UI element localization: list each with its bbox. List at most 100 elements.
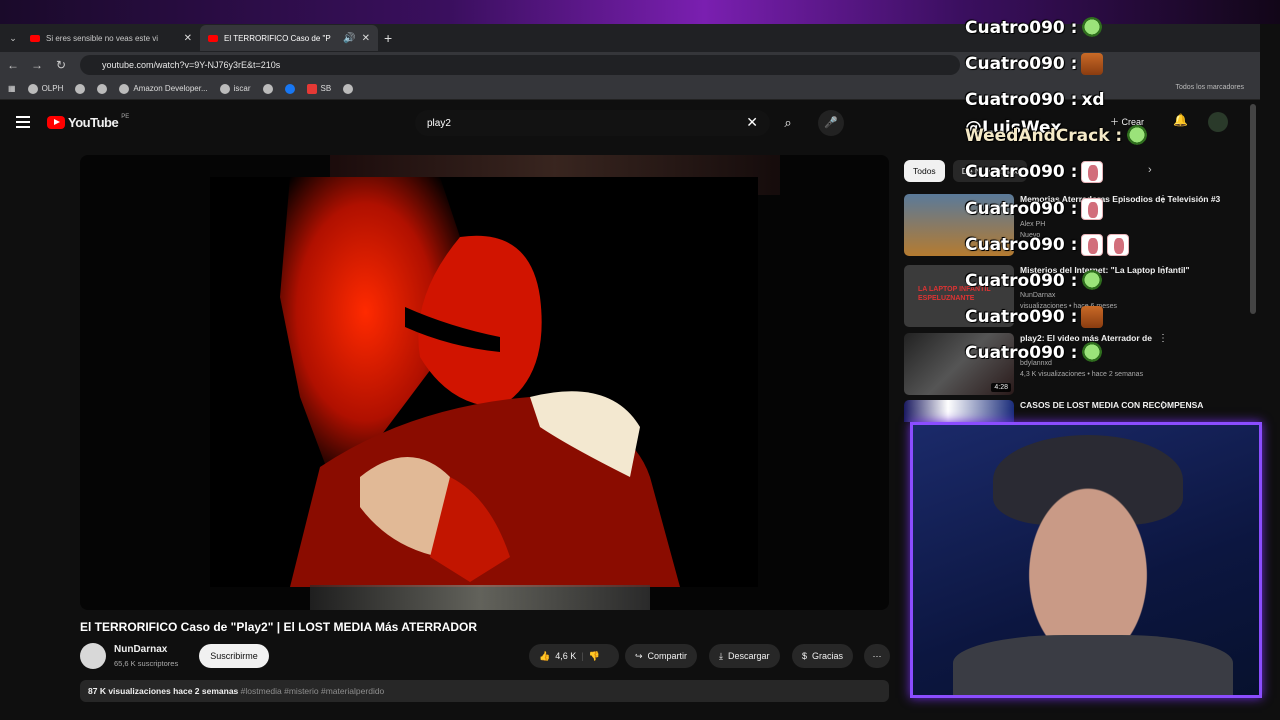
- pink-emote-icon: [1081, 161, 1104, 183]
- chip-all[interactable]: Todos: [904, 160, 945, 182]
- notifications-bell-icon[interactable]: 🔔: [1173, 113, 1188, 127]
- green-emote-icon: [1081, 17, 1104, 39]
- pink-emote-icon: [1081, 198, 1104, 220]
- chat-username: Cuatro090 :: [965, 162, 1078, 182]
- clear-search-icon[interactable]: ✕: [746, 114, 758, 131]
- chevron-right-icon[interactable]: ›: [1148, 164, 1152, 176]
- chat-message: Cuatro090 :: [965, 157, 1104, 187]
- tab-search-icon[interactable]: ⌄: [4, 33, 22, 44]
- orange-emote-icon: [1081, 53, 1104, 75]
- webcam-overlay: [910, 422, 1262, 698]
- new-tab-button[interactable]: +: [384, 30, 392, 46]
- bookmark[interactable]: OLPH: [27, 83, 64, 94]
- bookmark[interactable]: [75, 83, 86, 94]
- bookmark-label: OLPH: [41, 84, 64, 93]
- bookmark-label: SB: [320, 84, 332, 93]
- description-box[interactable]: 87 K visualizaciones hace 2 semanas #los…: [80, 680, 889, 702]
- green-emote-icon: [1081, 342, 1104, 364]
- more-vert-icon[interactable]: ⋮: [1158, 400, 1168, 411]
- bookmark-label: Amazon Developer...: [133, 84, 208, 93]
- thanks-icon: $: [802, 651, 808, 661]
- chat-message: Cuatro090 :: [965, 338, 1104, 368]
- bookmark[interactable]: [97, 83, 108, 94]
- audio-icon[interactable]: 🔊: [343, 33, 355, 44]
- tab-title: El TERRORIFICO Caso de "P: [224, 33, 331, 43]
- youtube-logo[interactable]: YouTube PE: [47, 113, 130, 130]
- chat-username: Cuatro090 :: [965, 54, 1078, 74]
- chat-username: WeedAndCrack :: [965, 126, 1123, 146]
- more-vert-icon[interactable]: ⋮: [1158, 265, 1168, 276]
- bookmark[interactable]: [262, 83, 273, 94]
- thumbs-up-icon[interactable]: 👍: [539, 651, 550, 662]
- globe-icon: [343, 83, 354, 94]
- chat-message: Cuatro090 :: [965, 13, 1104, 43]
- chat-message: Cuatro090 :: [965, 302, 1104, 332]
- subscribe-button[interactable]: Suscribirme: [199, 644, 269, 668]
- more-actions-button[interactable]: ⋯: [864, 644, 890, 668]
- chat-message: Cuatro090 :: [965, 266, 1104, 296]
- account-avatar[interactable]: [1208, 112, 1228, 132]
- video-ambient-glow: [310, 585, 650, 610]
- share-button[interactable]: ↪ Compartir: [625, 644, 698, 668]
- close-tab-icon[interactable]: ✕: [184, 33, 192, 44]
- forward-icon[interactable]: →: [30, 58, 44, 72]
- thanks-label: Gracias: [812, 651, 844, 661]
- chat-username: Cuatro090 :: [965, 90, 1078, 110]
- share-label: Compartir: [647, 651, 688, 661]
- globe-icon: [97, 83, 108, 94]
- bookmark[interactable]: [343, 83, 354, 94]
- download-label: Descargar: [727, 651, 770, 661]
- all-bookmarks-link[interactable]: Todos los marcadores: [1176, 84, 1244, 91]
- webcam-shirt: [953, 635, 1233, 695]
- like-dislike-group: 👍 4,6 K | 👎: [529, 644, 619, 668]
- video-player[interactable]: [80, 155, 889, 610]
- search-icon[interactable]: ⌕: [777, 110, 799, 136]
- search-input[interactable]: play2 ✕: [415, 110, 770, 136]
- subscriber-count: 65,6 K suscriptores: [114, 659, 179, 668]
- bookmark[interactable]: iscar: [219, 83, 251, 94]
- bookmark-label: iscar: [233, 84, 251, 93]
- search-value: play2: [427, 117, 451, 129]
- thanks-button[interactable]: $ Gracias: [792, 644, 854, 668]
- hamburger-menu-icon[interactable]: [16, 116, 30, 128]
- channel-avatar[interactable]: [80, 643, 106, 669]
- related-meta: 4,3 K visualizaciones • hace 2 semanas: [1020, 371, 1144, 378]
- like-count[interactable]: 4,6 K: [555, 651, 576, 661]
- bookmark[interactable]: Amazon Developer...: [119, 83, 208, 94]
- more-vert-icon[interactable]: ⋮: [1158, 194, 1168, 205]
- browser-tab-active[interactable]: El TERRORIFICO Caso de "P 🔊 ✕: [200, 25, 378, 51]
- download-button[interactable]: ⤓ Descargar: [709, 644, 780, 668]
- channel-name[interactable]: NunDarnax: [114, 644, 167, 655]
- hashtags[interactable]: #lostmedia #misterio #materialperdido: [241, 686, 385, 696]
- microphone-icon[interactable]: 🎤: [818, 110, 844, 136]
- view-count: 87 K visualizaciones: [88, 686, 171, 696]
- url-field[interactable]: youtube.com/watch?v=9Y-NJ76y3rE&t=210s: [80, 55, 960, 75]
- youtube-play-icon: [47, 116, 65, 129]
- related-video[interactable]: CASOS DE LOST MEDIA CON RECOMPENSA ⋮: [904, 400, 1254, 422]
- chat-username: Cuatro090 :: [965, 307, 1078, 327]
- thumbs-down-icon[interactable]: 👎: [589, 651, 600, 662]
- bookmark[interactable]: [284, 83, 295, 94]
- country-code: PE: [121, 113, 130, 120]
- more-icon: ⋯: [872, 650, 882, 661]
- more-vert-icon[interactable]: ⋮: [1158, 333, 1168, 344]
- browser-tab[interactable]: Si eres sensible no veas este vi ✕: [22, 25, 200, 51]
- globe-icon: [75, 83, 86, 94]
- orange-emote-icon: [1081, 306, 1104, 328]
- back-icon[interactable]: ←: [6, 58, 20, 72]
- pink-emote-icon: [1081, 234, 1104, 256]
- video-thumbnail: [904, 400, 1014, 422]
- bookmark[interactable]: SB: [306, 83, 332, 94]
- chat-message: Cuatro090 :: [965, 194, 1104, 224]
- globe-icon: [262, 83, 273, 94]
- chat-username: Cuatro090 :: [965, 343, 1078, 363]
- youtube-favicon-icon: [208, 34, 218, 42]
- page-scrollbar[interactable]: [1250, 104, 1256, 314]
- pink-emote-icon: [1107, 234, 1130, 256]
- globe-icon: [219, 83, 230, 94]
- close-tab-icon[interactable]: ✕: [362, 33, 370, 44]
- apps-grid-icon[interactable]: ▦: [8, 84, 16, 93]
- reload-icon[interactable]: ↻: [54, 58, 68, 72]
- chat-text: xd: [1081, 90, 1105, 110]
- video-still-image: [210, 177, 758, 587]
